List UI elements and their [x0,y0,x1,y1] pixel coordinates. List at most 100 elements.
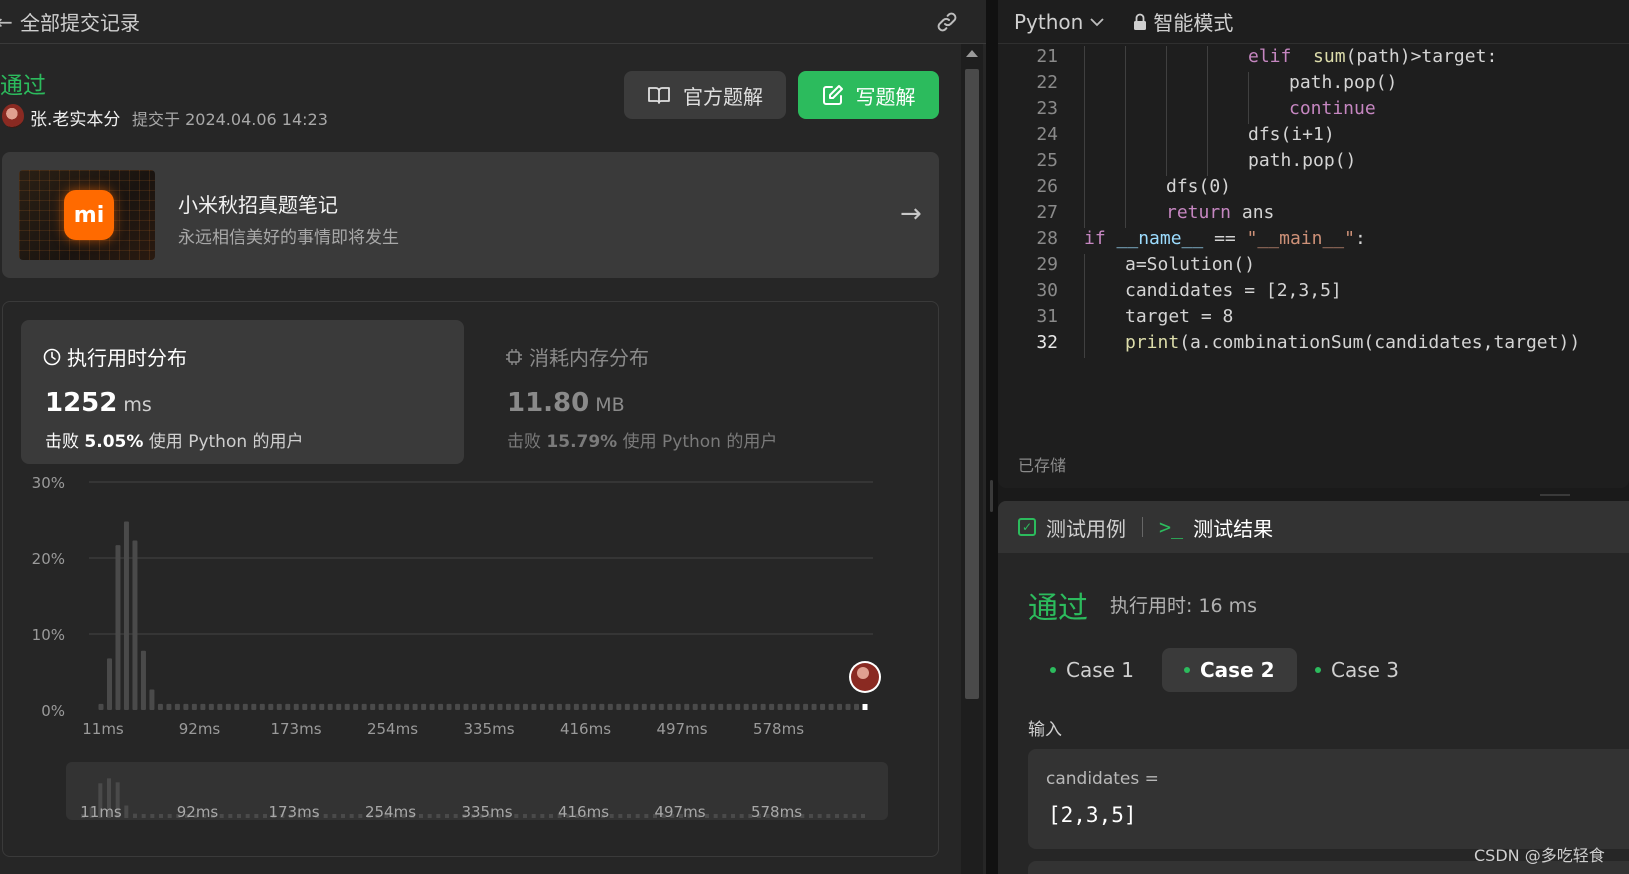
indent-guide [1084,280,1085,306]
code-line[interactable]: 27 return ans [998,202,1629,229]
histogram-bar [361,703,367,710]
code-line[interactable]: 31 target = 8 [998,306,1629,333]
case-2-label: Case 2 [1200,658,1275,682]
code-line[interactable]: 23 continue [998,98,1629,125]
link-icon[interactable] [934,10,960,34]
author-avatar[interactable] [2,104,24,128]
histogram-bar [404,703,410,710]
arrow-left-icon[interactable]: ← [0,10,14,34]
case-1-tab[interactable]: Case 1 [1028,648,1156,692]
indent-guide [1084,150,1085,176]
left-scrollbar[interactable] [961,44,983,874]
code-text: a=Solution() [1125,254,1256,275]
line-number: 30 [1036,280,1058,301]
memory-tab[interactable]: 消耗内存分布 11.80 MB 击败 15.79% 使用 Python 的用户 [483,320,923,464]
indent-guide [1166,150,1167,176]
histogram-bar [225,703,231,710]
terminal-icon: >_ [1159,515,1184,539]
line-number: 24 [1036,124,1058,145]
x-tick-label: 497ms [656,720,707,738]
histogram-bar [191,703,197,710]
scroll-thumb[interactable] [965,69,979,699]
code-editor-panel: Python 智能模式 21 elif sum(path)>target: 22 pa… [998,0,1629,488]
indent-guide [1248,72,1249,98]
line-number: 22 [1036,72,1058,93]
page-title[interactable]: 全部提交记录 [20,7,140,36]
promo-thumbnail: mi [19,170,155,260]
histogram-bar [157,703,163,710]
code-line[interactable]: 21 elif sum(path)>target: [998,46,1629,73]
histogram-bar [684,703,690,710]
histogram-bar [820,703,826,710]
code-line[interactable]: 24 dfs(i+1) [998,124,1629,151]
navigator-bar [817,814,822,818]
code-line[interactable]: 26 dfs(0) [998,176,1629,203]
histogram-bar [429,703,435,710]
histogram-bar [149,689,155,710]
histogram-bar [607,703,613,710]
navigator-bar [237,814,241,818]
histogram-bar [624,703,630,710]
code-text: path.pop() [1248,150,1357,171]
navigator-bar [332,814,337,818]
case-2-tab[interactable]: Case 2 [1162,648,1297,692]
promo-card[interactable]: mi 小米秋招真题笔记 永远相信美好的事情即将发生 → [2,152,939,278]
scroll-up-arrow[interactable] [966,50,978,57]
tab-test-cases[interactable]: 测试用例 [1046,513,1126,542]
author-name[interactable]: 张.老实本分 [30,105,120,130]
write-solution-button[interactable]: 写题解 [798,71,939,119]
official-solution-button[interactable]: 官方题解 [624,71,786,119]
navigator-bar [228,814,233,818]
memory-label-text: 消耗内存分布 [529,346,649,370]
code-line[interactable]: 28 if __name__ == "__main__": [998,228,1629,255]
navigator-bar [861,814,865,818]
runtime-beat-prefix: 击败 [45,432,79,452]
indent-guide [1125,176,1126,202]
code-line[interactable]: 32 print(a.combinationSum(candidates,targ… [998,332,1629,359]
language-select[interactable]: Python [1014,10,1083,34]
test-status: 通过 [1028,591,1088,626]
indent-guide [1207,150,1208,176]
navigator-tick-label: 335ms [461,803,512,821]
chevron-down-icon[interactable] [1089,16,1105,28]
x-tick-label: 173ms [270,720,321,738]
runtime-tab[interactable]: 执行用时分布 1252 ms 击败 5.05% 使用 Python 的用户 [21,320,464,464]
histogram-bar [522,703,528,710]
histogram-bar [259,703,265,710]
input-value-box[interactable]: candidates = [2,3,5] [1028,749,1629,849]
indent-guide [1125,98,1126,124]
code-line[interactable]: 30 candidates = [2,3,5] [998,280,1629,307]
histogram-bar [573,703,579,710]
navigator-bar [835,814,839,818]
case-3-tab[interactable]: Case 3 [1293,648,1421,692]
memory-beat-pct: 15.79% [546,432,618,452]
code-line[interactable]: 22 path.pop() [998,72,1629,99]
histogram-bar [760,703,766,710]
histogram-bar [395,703,401,710]
histogram-bar [692,703,698,710]
arrow-right-icon: → [900,199,922,229]
runtime-beat: 击败 5.05% 使用 Python 的用户 [45,427,304,452]
smart-mode-label[interactable]: 智能模式 [1153,7,1233,36]
histogram-bar [709,703,715,710]
navigator-bar [453,814,458,818]
write-solution-label: 写题解 [855,84,916,109]
histogram-bar [786,703,792,710]
resizer-handle[interactable] [990,480,993,512]
histogram-bar [242,703,248,710]
code-line[interactable]: 29 a=Solution() [998,254,1629,281]
panel-resizer[interactable] [986,0,998,874]
navigator-tick-label: 578ms [751,803,802,821]
runtime-distribution-chart[interactable]: 30% 20% 10% 0% 11ms 92ms 173ms 254ms 335ms 416ms 4… [3,472,938,842]
navigator-bar [705,814,709,818]
memory-value: 11.80 MB [507,388,625,418]
performance-card: 执行用时分布 1252 ms 击败 5.05% 使用 Python 的用户 消耗内… [2,301,939,857]
code-line[interactable]: 25 path.pop() [998,150,1629,177]
vertical-resizer-grip[interactable] [1540,494,1570,496]
navigator-bar [618,814,623,818]
y-tick-label: 30% [32,474,65,492]
code-area[interactable]: 21 elif sum(path)>target: 22 path.pop() 23 co… [998,46,1629,376]
histogram-bar [472,703,478,710]
tab-test-result[interactable]: 测试结果 [1193,513,1273,542]
test-tabs: ✓ 测试用例 >_ 测试结果 [998,501,1629,553]
